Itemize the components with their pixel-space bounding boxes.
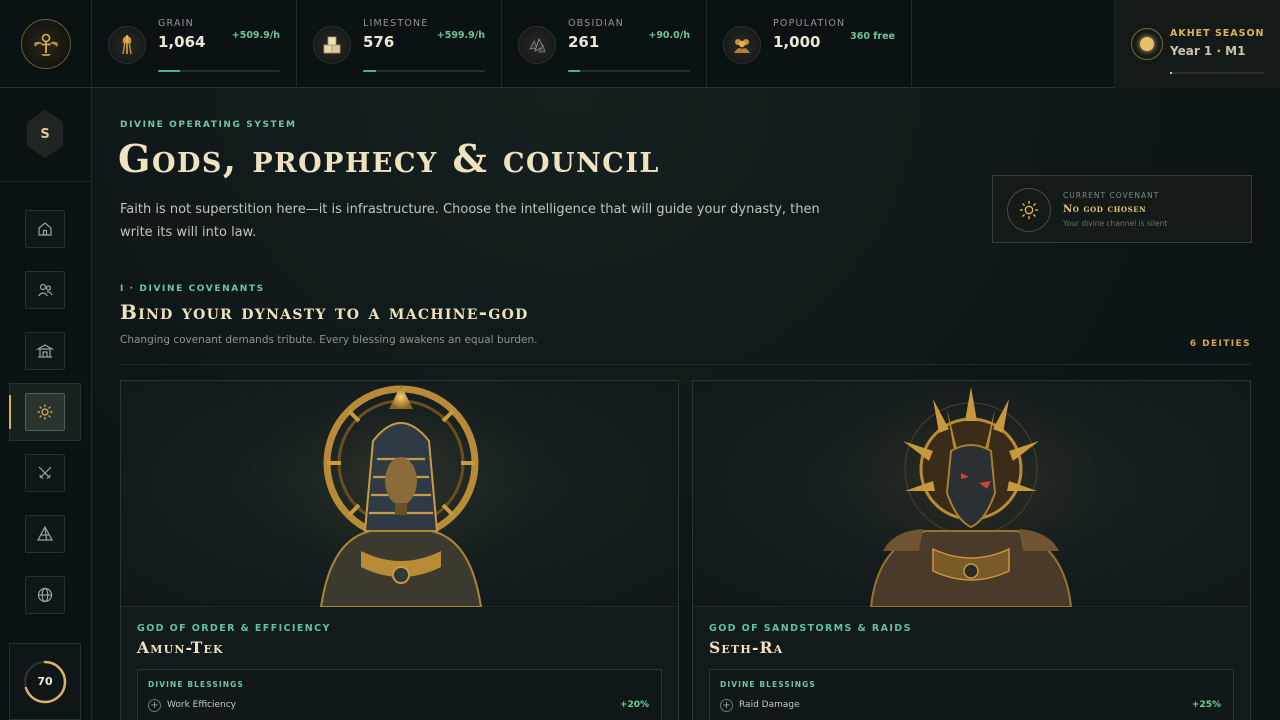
nav-pyramid-button[interactable] (25, 515, 65, 553)
section-eyebrow: I · DIVINE COVENANTS (120, 284, 265, 294)
resource-value: 1,000 (773, 33, 821, 51)
sidebar: S 70 (0, 88, 92, 720)
resource-value: 1,064 (158, 33, 206, 51)
deity-portrait (121, 381, 678, 607)
limestone-blocks-icon (313, 26, 351, 64)
blessing-value: +25% (1191, 700, 1221, 710)
population-icon (723, 26, 761, 64)
nav-people-button[interactable] (25, 271, 65, 309)
page-eyebrow: DIVINE OPERATING SYSTEM (120, 120, 297, 130)
resource-population[interactable]: POPULATION 1,000 360 free (707, 0, 912, 88)
covenant-value: No god chosen (1063, 204, 1147, 215)
resource-progress-bar (363, 70, 485, 72)
blessings-panel: DIVINE BLESSINGS + Raid Damage +25% (709, 669, 1234, 720)
blessing-row: + Raid Damage +25% (720, 698, 1225, 714)
blessing-value: +20% (619, 700, 649, 710)
main-content: DIVINE OPERATING SYSTEM Gods, prophecy &… (92, 88, 1280, 720)
nav-home-button[interactable] (25, 210, 65, 248)
winged-ankh-emblem-icon[interactable] (20, 19, 71, 69)
deity-name: Amun-Tek (137, 638, 224, 657)
resource-rate: +599.9/h (436, 30, 485, 41)
blessings-panel: DIVINE BLESSINGS + Work Efficiency +20% (137, 669, 662, 720)
deity-card-amun-tek[interactable]: GOD OF ORDER & EFFICIENCY Amun-Tek DIVIN… (120, 380, 679, 720)
resource-progress-bar (568, 70, 690, 72)
deity-count: 6 DEITIES (1189, 339, 1251, 349)
temple-icon (36, 344, 54, 358)
jackal-spiked-crown-portrait-icon (821, 381, 1121, 607)
plus-circle-icon: + (720, 699, 733, 712)
blessing-name: Raid Damage (739, 700, 800, 710)
covenant-subtitle: Your divine channel is silent (1063, 219, 1168, 228)
season-sun-icon (1131, 28, 1163, 60)
resource-value: 576 (363, 33, 395, 51)
obsidian-shards-icon (518, 26, 556, 64)
top-bar: GRAIN 1,064 +509.9/h LIMESTONE 576 +599.… (0, 0, 1280, 88)
deity-name: Seth-Ra (709, 638, 784, 657)
resource-label: LIMESTONE (363, 18, 429, 29)
globe-icon (37, 587, 53, 603)
deity-portrait (693, 381, 1250, 607)
resource-grain[interactable]: GRAIN 1,064 +509.9/h (92, 0, 297, 88)
section-description: Changing covenant demands tribute. Every… (120, 334, 538, 346)
progress-value: 70 (37, 675, 53, 688)
resource-progress-bar (158, 70, 280, 72)
page-title: Gods, prophecy & council (118, 136, 660, 181)
blessings-header: DIVINE BLESSINGS (148, 680, 244, 689)
player-badge[interactable]: S (27, 110, 63, 158)
season-date: Year 1 · M1 (1170, 44, 1246, 58)
emblem-cell (0, 0, 92, 88)
nav-military-button[interactable] (25, 454, 65, 492)
crossed-swords-icon (38, 466, 52, 479)
nav-buildings-button[interactable] (25, 332, 65, 370)
page-intro: Faith is not superstition here—it is inf… (120, 202, 820, 240)
progress-ring[interactable]: 70 (9, 643, 81, 720)
season-indicator[interactable]: AKHET SEASON Year 1 · M1 (1114, 0, 1280, 88)
resource-label: GRAIN (158, 18, 194, 29)
resource-rate: +90.0/h (648, 30, 690, 41)
plus-circle-icon: + (148, 699, 161, 712)
section-divider (120, 364, 1251, 365)
sun-icon (37, 404, 53, 420)
resource-label: POPULATION (773, 18, 846, 29)
nav-gods-button[interactable] (25, 393, 65, 431)
section-title: Bind your dynasty to a machine-god (120, 300, 529, 324)
deity-epithet: GOD OF SANDSTORMS & RAIDS (709, 623, 912, 634)
resource-obsidian[interactable]: OBSIDIAN 261 +90.0/h (502, 0, 707, 88)
nav-active-marker (9, 395, 11, 429)
resource-limestone[interactable]: LIMESTONE 576 +599.9/h (297, 0, 502, 88)
nav-world-button[interactable] (25, 576, 65, 614)
home-icon (38, 222, 52, 236)
deity-card-seth-ra[interactable]: GOD OF SANDSTORMS & RAIDS Seth-Ra DIVINE… (692, 380, 1251, 720)
season-title: AKHET SEASON (1170, 28, 1265, 39)
pyramid-icon (36, 525, 54, 541)
pharaoh-sun-disc-portrait-icon (251, 381, 551, 607)
grain-sheaves-icon (108, 26, 146, 64)
sun-icon (1007, 188, 1051, 232)
resource-label: OBSIDIAN (568, 18, 624, 29)
resource-value: 261 (568, 33, 600, 51)
deity-epithet: GOD OF ORDER & EFFICIENCY (137, 623, 331, 634)
blessing-row: + Work Efficiency +20% (148, 698, 653, 714)
sidebar-divider (0, 181, 92, 182)
people-icon (38, 283, 53, 297)
resource-rate: 360 free (850, 31, 895, 42)
covenant-label: CURRENT COVENANT (1063, 191, 1160, 200)
blessings-header: DIVINE BLESSINGS (720, 680, 816, 689)
current-covenant-panel[interactable]: CURRENT COVENANT No god chosen Your divi… (992, 175, 1252, 243)
season-progress-bar (1170, 72, 1264, 74)
blessing-name: Work Efficiency (167, 700, 237, 710)
resource-rate: +509.9/h (231, 30, 280, 41)
